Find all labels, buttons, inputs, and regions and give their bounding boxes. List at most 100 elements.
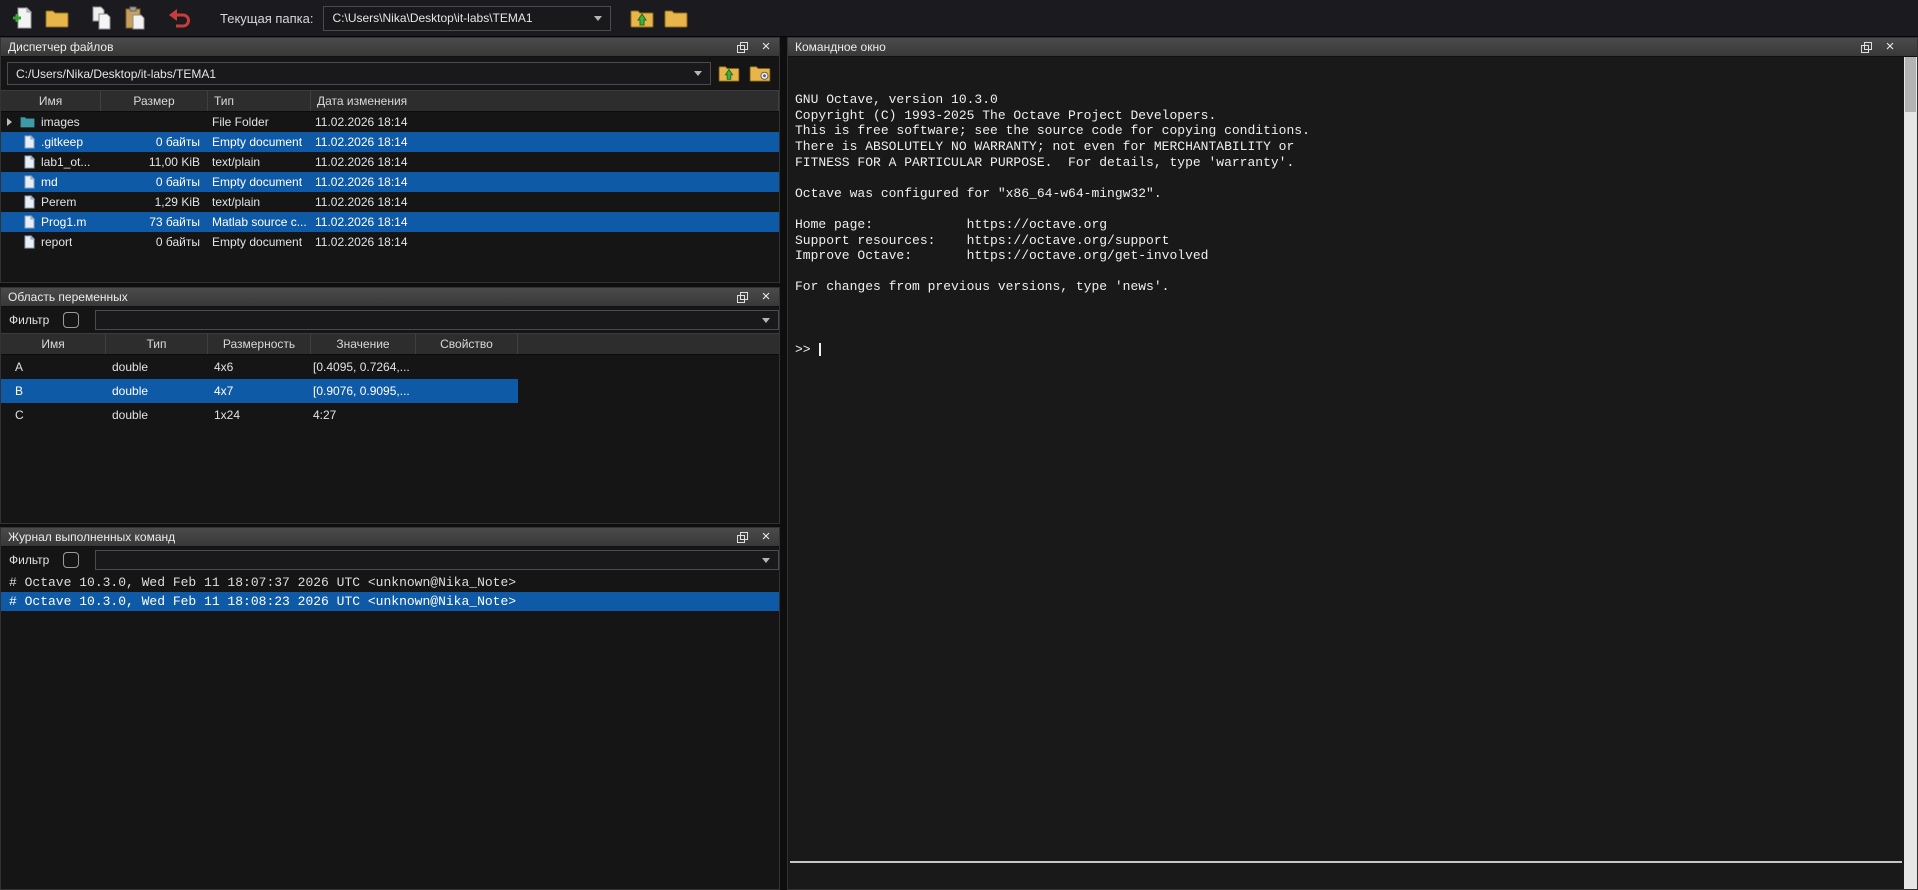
chevron-down-icon xyxy=(762,558,770,563)
column-header-type[interactable]: Тип xyxy=(208,91,311,111)
new-script-icon xyxy=(12,6,34,30)
copy-button[interactable] xyxy=(86,3,116,33)
column-header-type[interactable]: Тип xyxy=(106,334,208,354)
file-name: report xyxy=(41,235,72,249)
variable-row[interactable]: B double 4x7 [0.9076, 0.9095,... xyxy=(1,379,518,403)
column-header-attr[interactable]: Свойство xyxy=(416,334,518,354)
file-date: 11.02.2026 18:14 xyxy=(311,192,779,212)
variable-dims: 4x7 xyxy=(208,379,311,403)
file-row[interactable]: md 0 байты Empty document 11.02.2026 18:… xyxy=(1,172,779,192)
tree-expander-icon[interactable] xyxy=(7,118,12,126)
command-window-panel: Командное окно × GNU Octave, version 10.… xyxy=(787,37,1918,890)
history-filter-combo[interactable] xyxy=(95,550,779,570)
workspace-titlebar[interactable]: Область переменных × xyxy=(1,288,779,307)
undock-button[interactable] xyxy=(736,531,748,543)
browse-folder-button[interactable] xyxy=(661,3,691,33)
history-item[interactable]: # Octave 10.3.0, Wed Feb 11 18:07:37 202… xyxy=(1,573,779,592)
file-size: 0 байты xyxy=(101,232,208,252)
file-date: 11.02.2026 18:14 xyxy=(311,232,779,252)
column-header-dims[interactable]: Размерность xyxy=(208,334,311,354)
open-button[interactable] xyxy=(42,3,72,33)
command-window-output[interactable]: GNU Octave, version 10.3.0 Copyright (C)… xyxy=(788,57,1917,388)
undock-button[interactable] xyxy=(736,291,748,303)
file-browser-path-combo[interactable]: C:/Users/Nika/Desktop/it-labs/TEMA1 xyxy=(7,62,711,85)
main-toolbar: Текущая папка: C:\Users\Nika\Desktop\it-… xyxy=(0,0,1918,37)
chevron-down-icon xyxy=(594,16,602,21)
document-icon xyxy=(24,195,35,209)
file-browser-path-value: C:/Users/Nika/Desktop/it-labs/TEMA1 xyxy=(16,67,216,81)
current-folder-combo[interactable]: C:\Users\Nika\Desktop\it-labs\TEMA1 xyxy=(323,6,611,31)
folder-up-icon xyxy=(630,9,654,28)
file-row[interactable]: report 0 байты Empty document 11.02.2026… xyxy=(1,232,779,252)
file-date: 11.02.2026 18:14 xyxy=(311,112,779,132)
folder-actions-button[interactable] xyxy=(746,61,773,86)
folder-up-button[interactable] xyxy=(627,3,657,33)
column-header-name[interactable]: Имя xyxy=(1,91,101,111)
undock-icon xyxy=(737,42,748,53)
filter-checkbox[interactable] xyxy=(63,312,79,328)
document-icon xyxy=(24,215,35,229)
file-size: 0 байты xyxy=(101,132,208,152)
file-row[interactable]: Prog1.m 73 байты Matlab source c... 11.0… xyxy=(1,212,779,232)
history-item[interactable]: # Octave 10.3.0, Wed Feb 11 18:08:23 202… xyxy=(1,592,779,611)
history-titlebar[interactable]: Журнал выполненных команд × xyxy=(1,528,779,547)
undock-button[interactable] xyxy=(1860,41,1872,53)
panel-title: Область переменных xyxy=(8,290,128,304)
file-row[interactable]: Perem 1,29 KiB text/plain 11.02.2026 18:… xyxy=(1,192,779,212)
command-window-titlebar[interactable]: Командное окно × xyxy=(788,38,1917,57)
filter-checkbox[interactable] xyxy=(63,552,79,568)
workspace-table-header: Имя Тип Размерность Значение Свойство xyxy=(1,333,779,355)
column-header-size[interactable]: Размер xyxy=(101,91,208,111)
variable-type: double xyxy=(106,355,208,379)
close-button[interactable]: × xyxy=(760,41,772,53)
variable-name: A xyxy=(1,355,106,379)
current-folder-label: Текущая папка: xyxy=(220,11,313,26)
variable-name: B xyxy=(1,379,106,403)
horizontal-scrollbar[interactable] xyxy=(790,861,1902,863)
undo-button[interactable] xyxy=(164,3,194,33)
undock-icon xyxy=(737,532,748,543)
variable-row[interactable]: C double 1x24 4:27 xyxy=(1,403,518,427)
file-name: .gitkeep xyxy=(41,135,83,149)
file-row[interactable]: .gitkeep 0 байты Empty document 11.02.20… xyxy=(1,132,779,152)
column-header-value[interactable]: Значение xyxy=(311,334,416,354)
variable-type: double xyxy=(106,379,208,403)
history-filter-row: Фильтр xyxy=(1,547,779,573)
close-button[interactable]: × xyxy=(760,291,772,303)
file-type: Matlab source c... xyxy=(208,212,311,232)
document-icon xyxy=(24,135,35,149)
file-row[interactable]: lab1_ot... 11,00 KiB text/plain 11.02.20… xyxy=(1,152,779,172)
paste-icon xyxy=(124,6,147,30)
prompt-line[interactable]: >> xyxy=(795,342,1917,358)
workspace-filter-combo[interactable] xyxy=(95,310,779,330)
column-header-date[interactable]: Дата изменения xyxy=(311,91,779,111)
close-button[interactable]: × xyxy=(760,531,772,543)
variable-row[interactable]: A double 4x6 [0.4095, 0.7264,... xyxy=(1,355,518,379)
file-type: Empty document xyxy=(208,172,311,192)
vertical-scrollbar[interactable] xyxy=(1904,57,1917,889)
folder-up-icon xyxy=(718,65,740,82)
document-icon xyxy=(24,175,35,189)
filter-label: Фильтр xyxy=(9,313,49,327)
chevron-down-icon xyxy=(762,318,770,323)
variable-value: [0.9076, 0.9095,... xyxy=(311,379,416,403)
new-script-button[interactable] xyxy=(8,3,38,33)
paste-button[interactable] xyxy=(120,3,150,33)
document-icon xyxy=(24,235,35,249)
file-name: lab1_ot... xyxy=(41,155,90,169)
undock-icon xyxy=(737,292,748,303)
variable-type: double xyxy=(106,403,208,427)
file-browser-toolbar: C:/Users/Nika/Desktop/it-labs/TEMA1 xyxy=(1,57,779,90)
scrollbar-thumb[interactable] xyxy=(1905,57,1916,112)
file-table-header: Имя Размер Тип Дата изменения xyxy=(1,90,779,112)
file-row[interactable]: images File Folder 11.02.2026 18:14 xyxy=(1,112,779,132)
undock-button[interactable] xyxy=(736,41,748,53)
file-table-body: images File Folder 11.02.2026 18:14 .git… xyxy=(1,112,779,252)
current-folder-value: C:\Users\Nika\Desktop\it-labs\TEMA1 xyxy=(332,11,532,25)
file-browser-titlebar[interactable]: Диспетчер файлов × xyxy=(1,38,779,57)
folder-up-button[interactable] xyxy=(715,61,742,86)
file-type: File Folder xyxy=(208,112,311,132)
close-button[interactable]: × xyxy=(1884,41,1896,53)
file-name: Prog1.m xyxy=(41,215,86,229)
column-header-name[interactable]: Имя xyxy=(1,334,106,354)
